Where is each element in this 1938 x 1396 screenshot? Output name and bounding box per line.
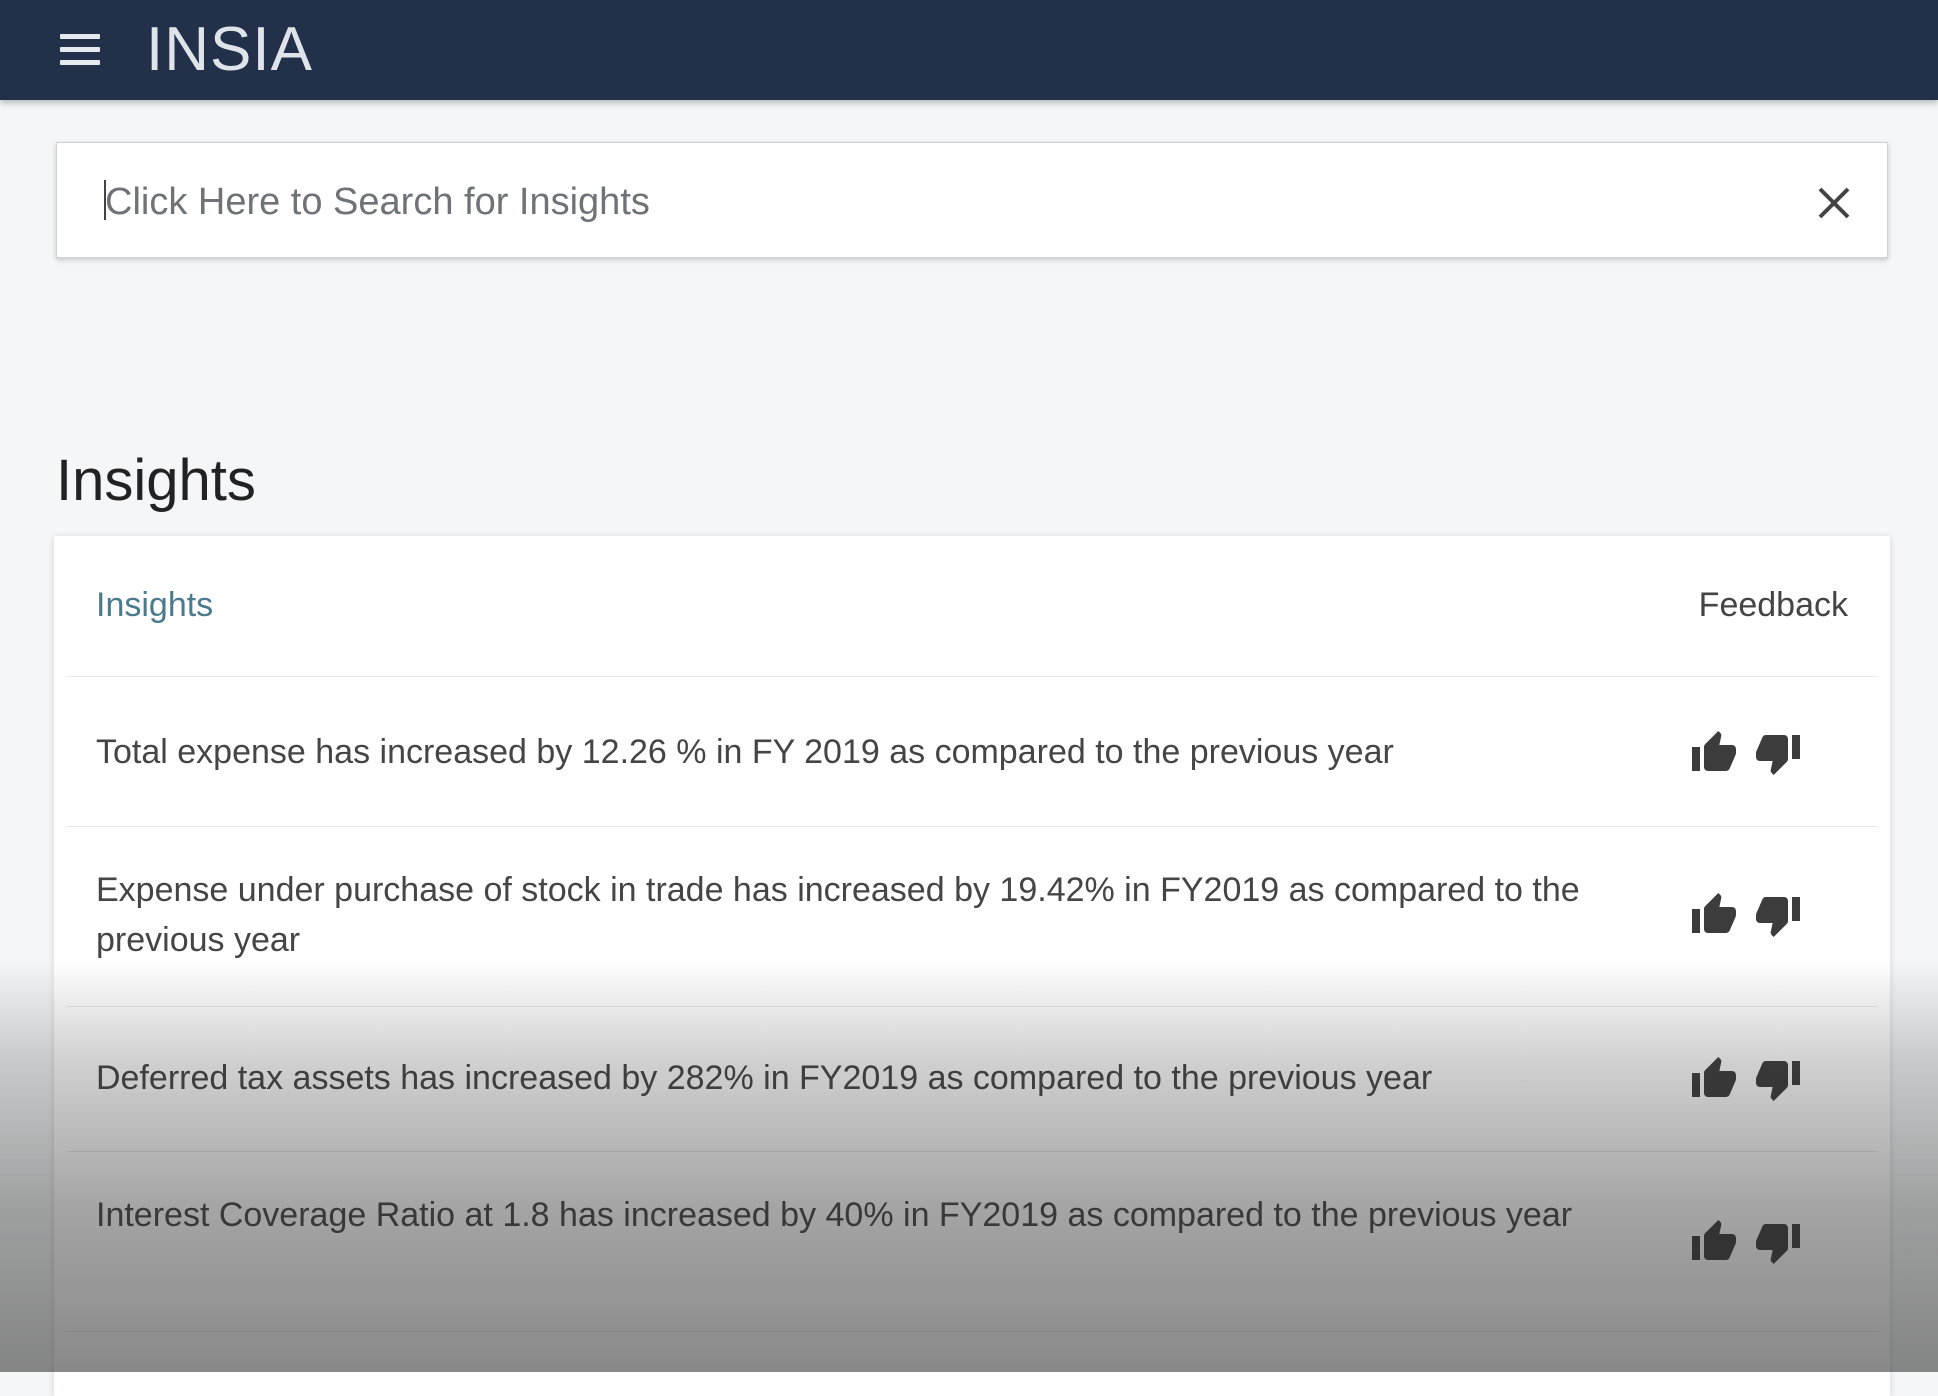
feedback-buttons	[1690, 1055, 1810, 1105]
thumbs-up-icon[interactable]	[1690, 1218, 1738, 1266]
thumbs-down-icon[interactable]	[1754, 1055, 1802, 1103]
top-app-bar: INSIA	[0, 0, 1938, 100]
insights-card: Insights Feedback Total expense has incr…	[54, 536, 1890, 1396]
thumbs-up-icon[interactable]	[1690, 729, 1738, 777]
table-row: Expense under purchase of stock in trade…	[66, 826, 1878, 1006]
table-row: Total expense has increased by 12.26 % i…	[66, 676, 1878, 826]
insight-text: Total expense has increased by 12.26 % i…	[96, 733, 1394, 771]
logo-text: INSIA	[146, 14, 313, 84]
insight-text: Expense under purchase of stock in trade…	[96, 871, 1580, 959]
table-header: Insights Feedback	[54, 536, 1890, 676]
close-icon[interactable]	[1814, 183, 1854, 223]
feedback-buttons	[1690, 891, 1810, 941]
insight-text: Interest Coverage Ratio at 1.8 has incre…	[96, 1196, 1573, 1234]
thumbs-up-icon[interactable]	[1690, 1055, 1738, 1103]
search-bar[interactable]	[56, 142, 1888, 258]
column-header-feedback: Feedback	[1698, 586, 1848, 624]
thumbs-down-icon[interactable]	[1754, 891, 1802, 939]
page-title: Insights	[56, 447, 256, 513]
table-row-divider	[66, 1331, 1878, 1333]
text-cursor	[104, 180, 106, 220]
table-row: Interest Coverage Ratio at 1.8 has incre…	[66, 1151, 1878, 1331]
thumbs-up-icon[interactable]	[1690, 891, 1738, 939]
app-logo[interactable]: INSIA	[146, 14, 313, 84]
feedback-buttons	[1690, 729, 1810, 779]
thumbs-down-icon[interactable]	[1754, 1218, 1802, 1266]
column-header-insights[interactable]: Insights	[96, 586, 213, 625]
thumbs-down-icon[interactable]	[1754, 729, 1802, 777]
search-input[interactable]	[103, 173, 1757, 231]
table-row: Deferred tax assets has increased by 282…	[66, 1006, 1878, 1151]
insight-text: Deferred tax assets has increased by 282…	[96, 1059, 1433, 1097]
feedback-buttons	[1690, 1218, 1810, 1268]
hamburger-menu-icon[interactable]	[60, 34, 102, 66]
